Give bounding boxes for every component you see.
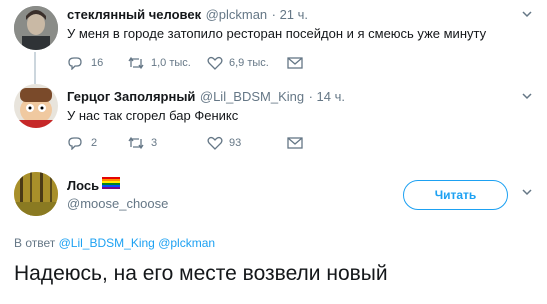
tweet-actions: 16 1,0 тыс. 6,9 тыс. bbox=[67, 56, 303, 70]
like-button[interactable]: 93 bbox=[207, 136, 287, 150]
dm-button[interactable] bbox=[287, 57, 303, 69]
avatar[interactable] bbox=[14, 6, 58, 50]
main-tweet[interactable]: Лось @moose_choose Читать В ответ @Lil_B… bbox=[0, 168, 547, 304]
reply-context: В ответ @Lil_BDSM_King @plckman bbox=[14, 236, 215, 250]
display-name[interactable]: Герцог Заполярный bbox=[67, 89, 195, 104]
reply-icon bbox=[67, 136, 83, 150]
handle[interactable]: @Lil_BDSM_King bbox=[200, 89, 304, 104]
retweet-count: 1,0 тыс. bbox=[151, 57, 191, 69]
like-button[interactable]: 6,9 тыс. bbox=[207, 56, 287, 70]
timestamp[interactable]: · 21 ч. bbox=[272, 7, 308, 22]
retweet-icon bbox=[127, 56, 145, 70]
tweet-2[interactable]: Герцог Заполярный @Lil_BDSM_King · 14 ч.… bbox=[0, 84, 547, 164]
tweet-1[interactable]: стеклянный человек @plckman · 21 ч. У ме… bbox=[0, 0, 547, 80]
like-count: 6,9 тыс. bbox=[229, 57, 269, 69]
mention-link[interactable]: @plckman bbox=[158, 236, 215, 250]
reply-button[interactable]: 2 bbox=[67, 136, 127, 150]
timestamp[interactable]: · 14 ч. bbox=[309, 89, 345, 104]
heart-icon bbox=[207, 56, 223, 70]
avatar[interactable] bbox=[14, 84, 58, 128]
avatar[interactable] bbox=[14, 172, 58, 216]
reply-button[interactable]: 16 bbox=[67, 56, 127, 70]
dm-button[interactable] bbox=[287, 137, 303, 149]
handle[interactable]: @plckman bbox=[206, 7, 268, 22]
tweet-text: У меня в городе затопило ресторан посейд… bbox=[67, 26, 487, 41]
follow-button[interactable]: Читать bbox=[403, 180, 508, 210]
reply-count: 2 bbox=[91, 137, 98, 149]
mention-link[interactable]: @Lil_BDSM_King bbox=[59, 236, 155, 250]
retweet-button[interactable]: 1,0 тыс. bbox=[127, 56, 207, 70]
chevron-down-icon[interactable] bbox=[521, 90, 535, 104]
chevron-down-icon[interactable] bbox=[521, 8, 535, 22]
envelope-icon bbox=[287, 57, 303, 69]
tweet-actions: 2 3 93 bbox=[67, 136, 303, 150]
reply-prefix: В ответ bbox=[14, 236, 56, 250]
chevron-down-icon[interactable] bbox=[521, 186, 535, 200]
heart-icon bbox=[207, 136, 223, 150]
retweet-button[interactable]: 3 bbox=[127, 136, 207, 150]
retweet-icon bbox=[127, 136, 145, 150]
rainbow-flag-icon bbox=[102, 176, 121, 194]
display-name[interactable]: Лось bbox=[67, 178, 99, 193]
tweet-text: У нас так сгорел бар Феникс bbox=[67, 108, 239, 123]
reply-count: 16 bbox=[91, 57, 104, 69]
display-name[interactable]: стеклянный человек bbox=[67, 7, 201, 22]
like-count: 93 bbox=[229, 137, 242, 149]
handle[interactable]: @moose_choose bbox=[67, 196, 168, 211]
envelope-icon bbox=[287, 137, 303, 149]
thread-line bbox=[34, 52, 36, 84]
main-tweet-text: Надеюсь, на его месте возвели новый bbox=[14, 262, 388, 285]
reply-icon bbox=[67, 56, 83, 70]
retweet-count: 3 bbox=[151, 137, 158, 149]
